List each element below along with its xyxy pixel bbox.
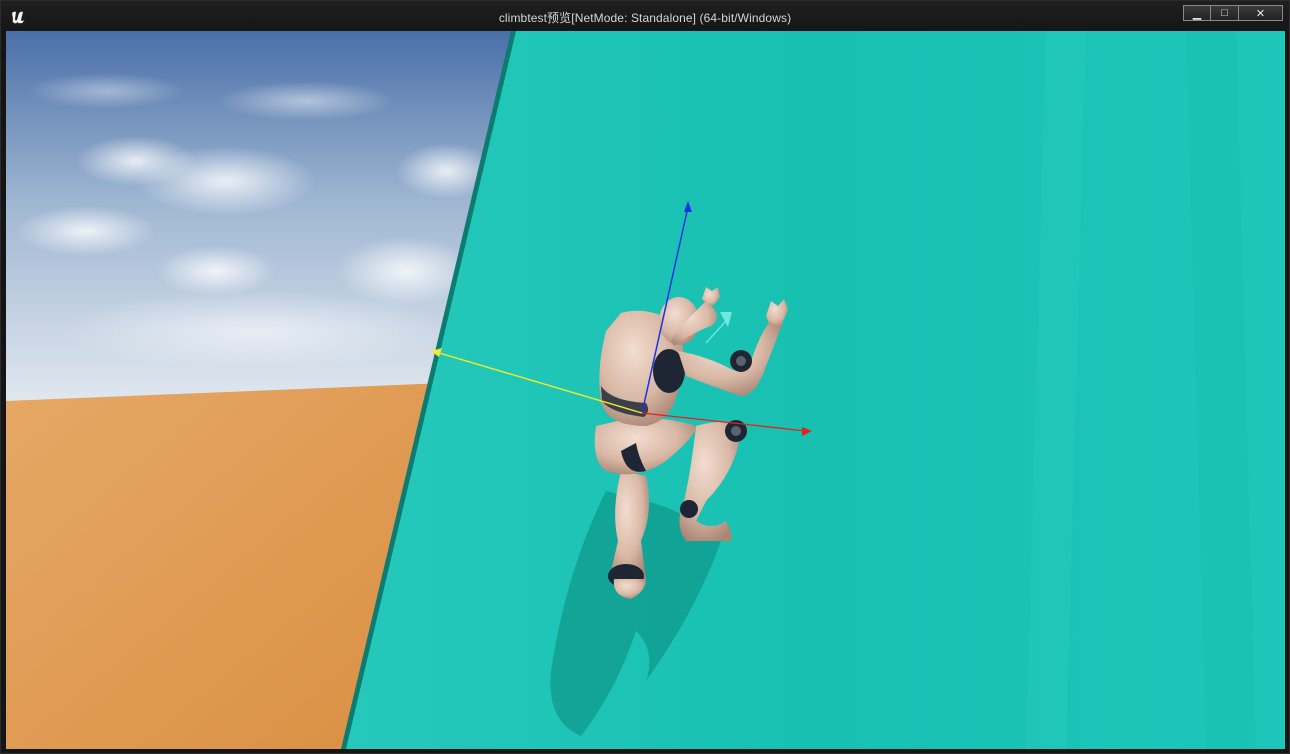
game-viewport[interactable] [6,31,1285,749]
window-controls: ▁ □ ✕ [1183,5,1283,21]
maximize-button[interactable]: □ [1211,5,1239,21]
scene-render [6,31,1285,749]
close-button[interactable]: ✕ [1239,5,1283,21]
maximize-icon: □ [1221,7,1228,19]
window-title: climbtest预览[NetMode: Standalone] (64-bit… [498,11,792,25]
minimize-button[interactable]: ▁ [1183,5,1211,21]
close-icon: ✕ [1255,7,1266,20]
game-preview-window: climbtest预览[NetMode: Standalone] (64-bit… [0,0,1290,754]
minimize-icon: ▁ [1192,7,1202,20]
title-bar[interactable]: climbtest预览[NetMode: Standalone] (64-bit… [1,1,1289,31]
